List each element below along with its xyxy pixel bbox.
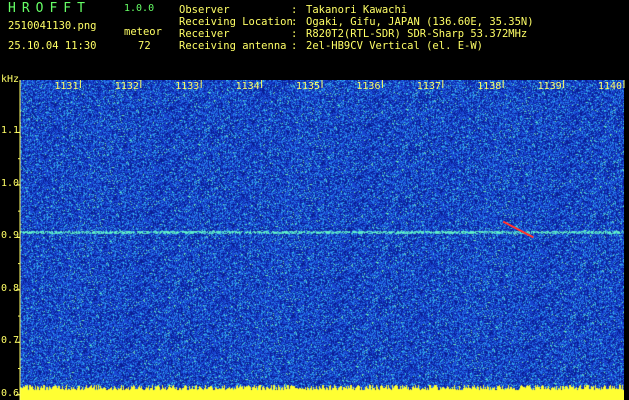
y-tick-label: 1.1 [1,125,20,137]
y-tick-label: 1.0 [1,177,20,189]
x-tick-label: 1134 [235,81,260,92]
y-tick-label: 0.9 [1,230,20,242]
x-tick-label: 1132 [114,81,139,92]
x-tick-label: 1136 [356,81,381,92]
x-tick-label: 1138 [477,81,502,92]
meteor-echo [502,220,534,239]
y-tick-label: 0.7 [1,335,20,347]
y-tick-label: 0.8 [1,282,20,294]
x-tick-label: 1131 [54,81,79,92]
x-tick-label: 1137 [416,81,441,92]
y-tick-label: 0.6 [1,387,20,399]
spectrogram-axes [16,80,625,400]
x-tick-label: 1133 [175,81,200,92]
x-tick-label: 1135 [296,81,321,92]
x-tick-label: 1140 [598,81,623,92]
x-tick-label: 1139 [537,81,562,92]
